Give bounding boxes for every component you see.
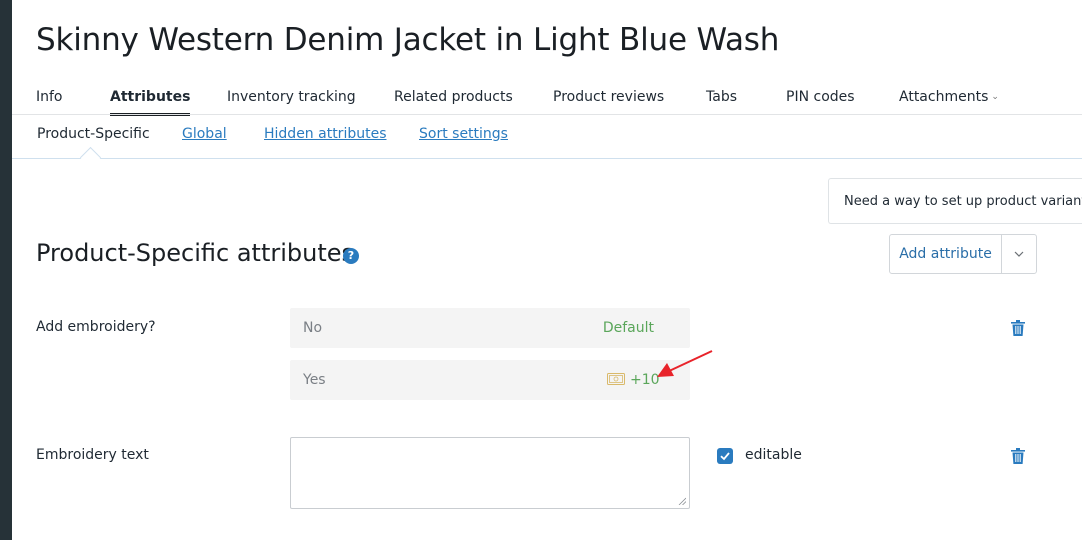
tabs-divider: [12, 114, 1082, 115]
left-rail: [0, 0, 12, 540]
subtabs-divider: [12, 158, 1082, 159]
page-title: Skinny Western Denim Jacket in Light Blu…: [36, 22, 780, 58]
tab-attributes[interactable]: Attributes: [110, 89, 191, 116]
tab-related-products[interactable]: Related products: [394, 89, 513, 105]
variant-name: No: [303, 320, 323, 336]
attribute-label-embroidery-text: Embroidery text: [36, 447, 149, 463]
help-icon[interactable]: ?: [343, 248, 359, 264]
tab-attachments[interactable]: Attachments ⌄: [899, 89, 999, 105]
chevron-down-icon: [1014, 251, 1024, 257]
trash-icon[interactable]: [1011, 448, 1025, 464]
editable-checkbox[interactable]: [717, 448, 733, 464]
tab-attachments-label: Attachments: [899, 89, 989, 105]
add-attribute-group: Add attribute: [889, 234, 1037, 274]
attribute-label-embroidery: Add embroidery?: [36, 319, 156, 335]
subtab-global[interactable]: Global: [182, 126, 227, 142]
active-subtab-caret: [79, 146, 102, 169]
resize-handle-icon[interactable]: [678, 497, 686, 505]
trash-icon[interactable]: [1011, 320, 1025, 336]
variant-option-no[interactable]: No Default: [290, 308, 690, 348]
tab-inventory-tracking[interactable]: Inventory tracking: [227, 89, 356, 105]
embroidery-text-field[interactable]: [290, 437, 690, 509]
variant-option-yes[interactable]: Yes +10: [290, 360, 690, 400]
subtab-product-specific[interactable]: Product-Specific: [37, 126, 150, 142]
subtab-hidden-attributes[interactable]: Hidden attributes: [264, 126, 387, 142]
variant-name: Yes: [303, 372, 326, 388]
variant-modifier-default: Default: [602, 320, 654, 336]
subtab-sort-settings[interactable]: Sort settings: [419, 126, 508, 142]
section-title: Product-Specific attributes: [36, 239, 355, 267]
money-icon: [607, 373, 625, 385]
annotation-arrow-icon: [657, 350, 713, 377]
chevron-down-icon: ⌄: [991, 92, 999, 102]
tab-pin-codes[interactable]: PIN codes: [786, 89, 855, 105]
add-attribute-button[interactable]: Add attribute: [890, 235, 1002, 273]
tab-product-reviews[interactable]: Product reviews: [553, 89, 664, 105]
checkmark-icon: [720, 452, 730, 461]
tab-tabs[interactable]: Tabs: [706, 89, 737, 105]
variants-hint[interactable]: Need a way to set up product variants?: [828, 178, 1082, 224]
add-attribute-dropdown[interactable]: [1002, 235, 1036, 273]
tab-info[interactable]: Info: [36, 89, 63, 105]
editable-label: editable: [745, 447, 802, 463]
